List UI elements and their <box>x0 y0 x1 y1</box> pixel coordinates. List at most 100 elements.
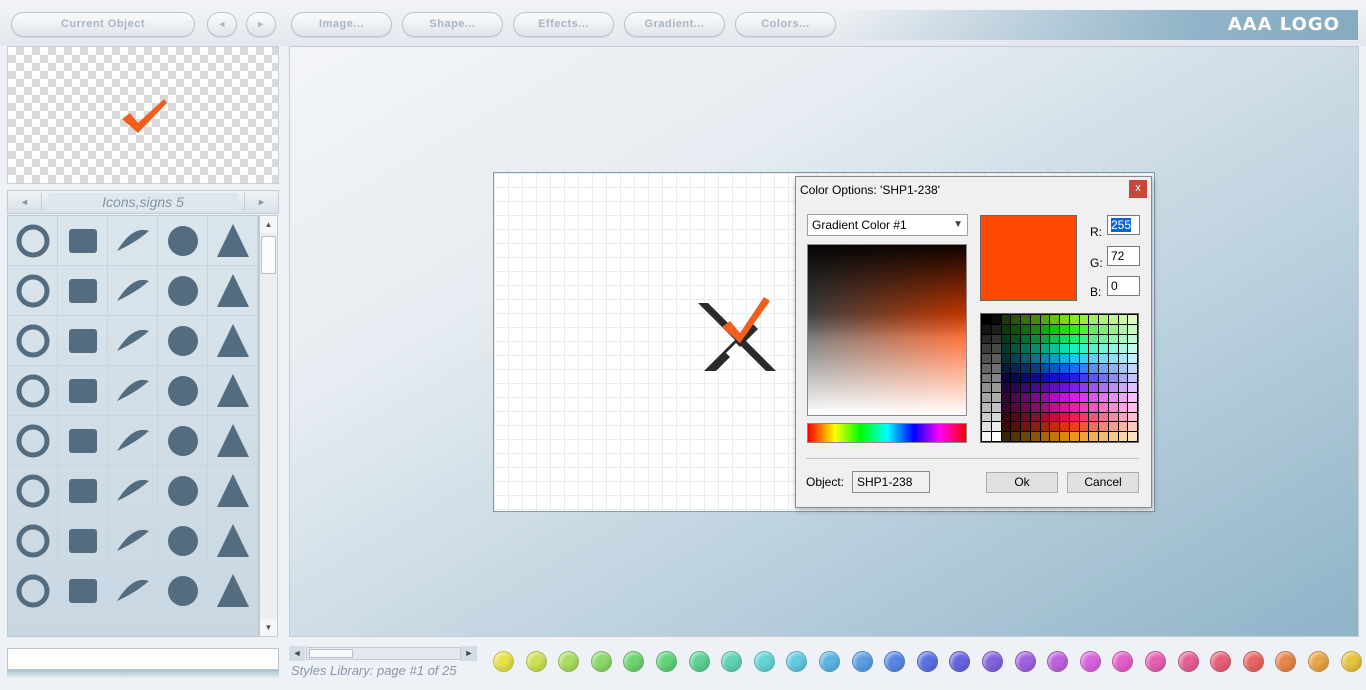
library-icon-cell[interactable] <box>208 616 258 636</box>
library-icon-cell[interactable] <box>158 416 208 466</box>
palette-color-cell[interactable] <box>1050 315 1059 324</box>
palette-color-cell[interactable] <box>1011 315 1020 324</box>
style-swatch[interactable] <box>916 651 938 672</box>
gradient-button[interactable]: Gradient... <box>624 12 725 37</box>
library-icon-cell[interactable] <box>8 216 58 266</box>
palette-color-cell[interactable] <box>1060 412 1069 422</box>
palette-color-cell[interactable] <box>1011 324 1020 334</box>
style-swatch[interactable] <box>1047 651 1069 672</box>
style-swatch[interactable] <box>1079 651 1101 672</box>
library-icon-cell[interactable] <box>208 416 258 466</box>
palette-color-cell[interactable] <box>1069 354 1079 363</box>
palette-color-cell[interactable] <box>1021 412 1030 422</box>
palette-color-cell[interactable] <box>1108 393 1118 402</box>
palette-color-cell[interactable] <box>991 324 1001 334</box>
palette-color-cell[interactable] <box>1128 315 1137 324</box>
palette-color-cell[interactable] <box>1069 412 1079 422</box>
palette-color-cell[interactable] <box>1011 412 1020 422</box>
styles-scroll-right-button[interactable]: ► <box>461 646 477 661</box>
palette-color-cell[interactable] <box>1108 422 1118 432</box>
palette-color-cell[interactable] <box>1050 422 1059 432</box>
palette-color-cell[interactable] <box>1060 393 1069 402</box>
styles-scroll-track[interactable] <box>306 647 461 660</box>
library-icon-cell[interactable] <box>158 616 208 636</box>
palette-color-cell[interactable] <box>982 373 991 383</box>
palette-color-cell[interactable] <box>1069 315 1079 324</box>
palette-color-cell[interactable] <box>1021 422 1030 432</box>
palette-color-cell[interactable] <box>1128 373 1137 383</box>
palette-color-cell[interactable] <box>1079 412 1089 422</box>
palette-color-cell[interactable] <box>1108 354 1118 363</box>
palette-color-cell[interactable] <box>1030 344 1040 354</box>
palette-color-cell[interactable] <box>1001 412 1011 422</box>
palette-color-cell[interactable] <box>982 354 991 363</box>
style-swatch[interactable] <box>1308 651 1329 672</box>
library-next-button[interactable]: ► <box>244 193 278 211</box>
palette-color-cell[interactable] <box>1050 373 1059 383</box>
palette-color-cell[interactable] <box>1108 373 1118 383</box>
red-input[interactable]: 255 <box>1107 215 1140 235</box>
status-field[interactable] <box>7 648 279 670</box>
palette-color-cell[interactable] <box>991 373 1001 383</box>
palette-color-cell[interactable] <box>1001 393 1011 402</box>
palette-color-cell[interactable] <box>1089 324 1098 334</box>
palette-color-cell[interactable] <box>1069 432 1079 441</box>
palette-color-cell[interactable] <box>1030 383 1040 393</box>
library-icon-cell[interactable] <box>108 416 158 466</box>
palette-color-cell[interactable] <box>1021 393 1030 402</box>
palette-color-cell[interactable] <box>1021 402 1030 412</box>
palette-color-cell[interactable] <box>1001 315 1011 324</box>
palette-color-cell[interactable] <box>1128 393 1137 402</box>
palette-color-cell[interactable] <box>1040 393 1050 402</box>
icon-library-scrollbar[interactable]: ▲ ▼ <box>259 215 278 637</box>
palette-color-cell[interactable] <box>1118 383 1128 393</box>
palette-color-cell[interactable] <box>1089 334 1098 344</box>
styles-scrollbar[interactable]: ◄ ► <box>289 646 477 663</box>
palette-color-cell[interactable] <box>1040 344 1050 354</box>
palette-color-cell[interactable] <box>1108 402 1118 412</box>
palette-color-cell[interactable] <box>1001 354 1011 363</box>
style-swatch[interactable] <box>1014 651 1036 672</box>
palette-color-cell[interactable] <box>1030 393 1040 402</box>
palette-color-cell[interactable] <box>1050 393 1059 402</box>
palette-color-cell[interactable] <box>1069 324 1079 334</box>
library-icon-cell[interactable] <box>58 416 108 466</box>
palette-color-cell[interactable] <box>991 334 1001 344</box>
style-swatch[interactable] <box>1177 651 1199 672</box>
palette-color-cell[interactable] <box>1050 354 1059 363</box>
palette-color-cell[interactable] <box>1099 324 1108 334</box>
palette-color-cell[interactable] <box>1079 393 1089 402</box>
palette-color-cell[interactable] <box>1118 393 1128 402</box>
palette-color-cell[interactable] <box>1118 334 1128 344</box>
library-icon-cell[interactable] <box>158 316 208 366</box>
style-swatch[interactable] <box>1275 651 1297 672</box>
palette-color-cell[interactable] <box>1060 402 1069 412</box>
palette-color-cell[interactable] <box>1030 354 1040 363</box>
gradient-color-select[interactable]: Gradient Color #1 ▼ <box>807 214 968 236</box>
palette-color-cell[interactable] <box>982 383 991 393</box>
palette-color-cell[interactable] <box>1021 432 1030 441</box>
palette-color-cell[interactable] <box>1069 402 1079 412</box>
palette-color-cell[interactable] <box>1001 373 1011 383</box>
palette-color-cell[interactable] <box>1021 344 1030 354</box>
palette-color-cell[interactable] <box>1001 383 1011 393</box>
palette-color-cell[interactable] <box>1118 432 1128 441</box>
style-swatch[interactable] <box>623 651 645 672</box>
style-swatch[interactable] <box>721 651 743 672</box>
palette-color-cell[interactable] <box>1099 402 1108 412</box>
palette-color-cell[interactable] <box>1099 354 1108 363</box>
palette-color-cell[interactable] <box>1040 324 1050 334</box>
palette-color-cell[interactable] <box>1021 324 1030 334</box>
palette-color-cell[interactable] <box>1128 422 1137 432</box>
library-icon-cell[interactable] <box>108 466 158 516</box>
palette-color-cell[interactable] <box>1040 383 1050 393</box>
palette-color-cell[interactable] <box>1108 344 1118 354</box>
palette-color-cell[interactable] <box>1108 334 1118 344</box>
palette-color-cell[interactable] <box>1118 315 1128 324</box>
style-swatch[interactable] <box>819 651 840 672</box>
palette-color-cell[interactable] <box>1069 344 1079 354</box>
style-swatch[interactable] <box>1210 651 1232 672</box>
palette-color-cell[interactable] <box>1030 315 1040 324</box>
library-icon-cell[interactable] <box>58 266 108 316</box>
library-icon-cell[interactable] <box>8 616 58 636</box>
